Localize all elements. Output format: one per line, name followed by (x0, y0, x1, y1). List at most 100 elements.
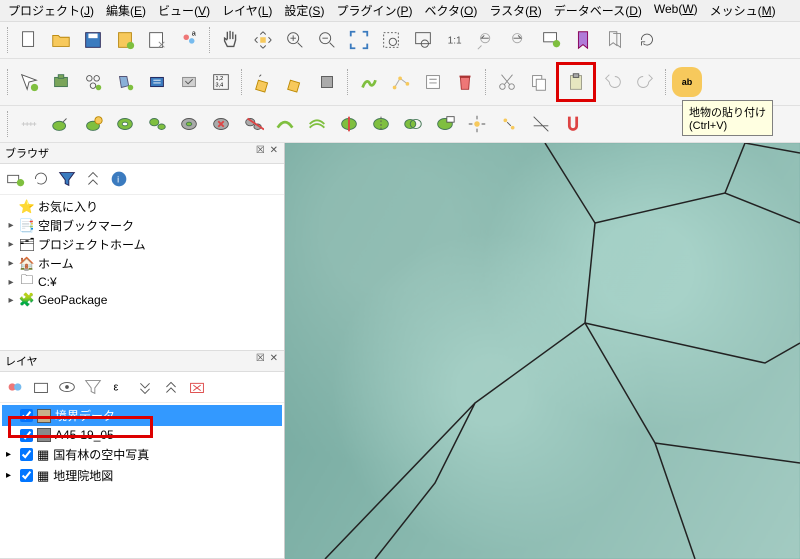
expand-arrow-icon[interactable]: ▸ (6, 239, 16, 250)
menu-database[interactable]: データベース(D) (554, 2, 642, 19)
menu-project[interactable]: プロジェクト(J) (8, 2, 94, 19)
new-project-button[interactable] (14, 25, 44, 55)
refresh-button[interactable] (632, 25, 662, 55)
menu-vector[interactable]: ベクタ(O) (424, 2, 477, 19)
filter-browser-icon[interactable] (55, 167, 79, 191)
style-manager-button[interactable]: a (174, 25, 204, 55)
menu-web[interactable]: Web(W) (654, 2, 698, 19)
paste-features-button[interactable] (561, 67, 591, 97)
show-bookmarks-button[interactable] (600, 25, 630, 55)
expand-arrow-icon[interactable]: ▸ (6, 449, 16, 460)
new-spatialite-button[interactable] (110, 67, 140, 97)
layer-boundary[interactable]: 境界データ (2, 405, 282, 426)
layer-a45[interactable]: A45-19_05 (2, 426, 282, 444)
browser-item-geopackage[interactable]: ▸🧩GeoPackage (4, 291, 280, 309)
copy-features-button[interactable] (524, 67, 554, 97)
merge-attributes-button[interactable] (430, 109, 460, 139)
menu-mesh[interactable]: メッシュ(M) (710, 2, 776, 19)
zoom-last-button[interactable] (472, 25, 502, 55)
browser-tree[interactable]: ⭐お気に入り▸📑空間ブックマーク▸🗂プロジェクトホーム▸🏠ホーム▸🗀C:¥▸🧩G… (0, 195, 284, 350)
vertex-tool-button[interactable] (386, 67, 416, 97)
expand-arrow-icon[interactable]: ▸ (6, 258, 16, 269)
new-bookmark-button[interactable] (568, 25, 598, 55)
panel-controls[interactable]: ☒ ✕ (256, 353, 279, 369)
layer-forest-photo[interactable]: ▸▦国有林の空中写真 (2, 444, 282, 465)
zoom-to-layer-button[interactable] (408, 25, 438, 55)
expand-arrow-icon[interactable]: ▸ (6, 295, 16, 306)
split-parts-button[interactable] (366, 109, 396, 139)
add-csv-button[interactable]: 1,23,4 (206, 67, 236, 97)
expand-arrow-icon[interactable]: ▸ (6, 277, 16, 288)
add-feature-button[interactable] (354, 67, 384, 97)
add-layer-icon[interactable] (3, 167, 27, 191)
offset-curve-button[interactable] (302, 109, 332, 139)
add-group-icon[interactable] (29, 375, 53, 399)
layers-panel-title[interactable]: レイヤ ☒ ✕ (0, 351, 284, 372)
browser-item-project-home[interactable]: ▸🗂プロジェクトホーム (4, 235, 280, 254)
menu-plugin[interactable]: プラグイン(P) (336, 2, 412, 19)
fill-ring-button[interactable] (174, 109, 204, 139)
add-selected-button[interactable] (78, 109, 108, 139)
zoom-in-button[interactable] (280, 25, 310, 55)
browser-item-spatial-bookmarks[interactable]: ▸📑空間ブックマーク (4, 216, 280, 235)
layer-visibility-checkbox[interactable] (20, 409, 33, 422)
snapping-button[interactable] (558, 109, 588, 139)
delete-ring-button[interactable] (206, 109, 236, 139)
menu-settings[interactable]: 設定(S) (284, 2, 324, 19)
rotate-point-symbols-button[interactable] (462, 109, 492, 139)
zoom-out-button[interactable] (312, 25, 342, 55)
zoom-native-button[interactable]: 1:1 (440, 25, 470, 55)
save-project-button[interactable] (78, 25, 108, 55)
move-feature-button[interactable] (46, 109, 76, 139)
modify-attributes-button[interactable] (418, 67, 448, 97)
layer-visibility-checkbox[interactable] (20, 448, 33, 461)
new-shapefile-button[interactable] (78, 67, 108, 97)
delete-selected-button[interactable] (450, 67, 480, 97)
zoom-next-button[interactable] (504, 25, 534, 55)
collapse-all-icon[interactable] (81, 167, 105, 191)
redo-button[interactable] (630, 67, 660, 97)
zoom-to-selection-button[interactable] (376, 25, 406, 55)
menu-layer[interactable]: レイヤ(L) (222, 2, 272, 19)
browser-item-drive-c[interactable]: ▸🗀C:¥ (4, 273, 280, 291)
layout-manager-button[interactable] (142, 25, 172, 55)
add-ring-button[interactable] (110, 109, 140, 139)
trim-extend-button[interactable] (526, 109, 556, 139)
add-wms-button[interactable] (174, 67, 204, 97)
browser-panel-title[interactable]: ブラウザ ☒ ✕ (0, 143, 284, 164)
delete-part-button[interactable] (238, 109, 268, 139)
cut-features-button[interactable] (492, 67, 522, 97)
panel-controls[interactable]: ☒ ✕ (256, 145, 279, 161)
menu-raster[interactable]: ラスタ(R) (489, 2, 541, 19)
browser-item-favorites[interactable]: ⭐お気に入り (4, 197, 280, 216)
pan-button[interactable] (216, 25, 246, 55)
layer-visibility-checkbox[interactable] (20, 429, 33, 442)
filter-legend-icon[interactable] (81, 375, 105, 399)
merge-features-button[interactable] (398, 109, 428, 139)
map-canvas[interactable] (285, 143, 800, 559)
properties-icon[interactable]: i (107, 167, 131, 191)
save-edits-button[interactable] (312, 67, 342, 97)
remove-layer-icon[interactable] (185, 375, 209, 399)
expand-arrow-icon[interactable]: ▸ (6, 220, 16, 231)
add-part-button[interactable] (142, 109, 172, 139)
menu-edit[interactable]: 編集(E) (106, 2, 146, 19)
new-map-view-button[interactable] (536, 25, 566, 55)
current-edits-button[interactable] (248, 67, 278, 97)
refresh-browser-icon[interactable] (29, 167, 53, 191)
undo-button[interactable] (598, 67, 628, 97)
layer-style-icon[interactable] (3, 375, 27, 399)
offset-point-symbols-button[interactable] (494, 109, 524, 139)
expression-filter-icon[interactable]: ε (107, 375, 131, 399)
toggle-editing-button[interactable] (280, 67, 310, 97)
layer-visibility-icon[interactable] (55, 375, 79, 399)
expand-arrow-icon[interactable]: ▸ (6, 470, 16, 481)
zoom-full-button[interactable] (344, 25, 374, 55)
split-features-button[interactable] (334, 109, 364, 139)
measure-button[interactable] (14, 109, 44, 139)
pan-to-selection-button[interactable] (248, 25, 278, 55)
layers-list[interactable]: 境界データA45-19_05▸▦国有林の空中写真▸▦地理院地図 (0, 403, 284, 488)
open-project-button[interactable] (46, 25, 76, 55)
new-print-layout-button[interactable] (110, 25, 140, 55)
layer-gsi-map[interactable]: ▸▦地理院地図 (2, 465, 282, 486)
